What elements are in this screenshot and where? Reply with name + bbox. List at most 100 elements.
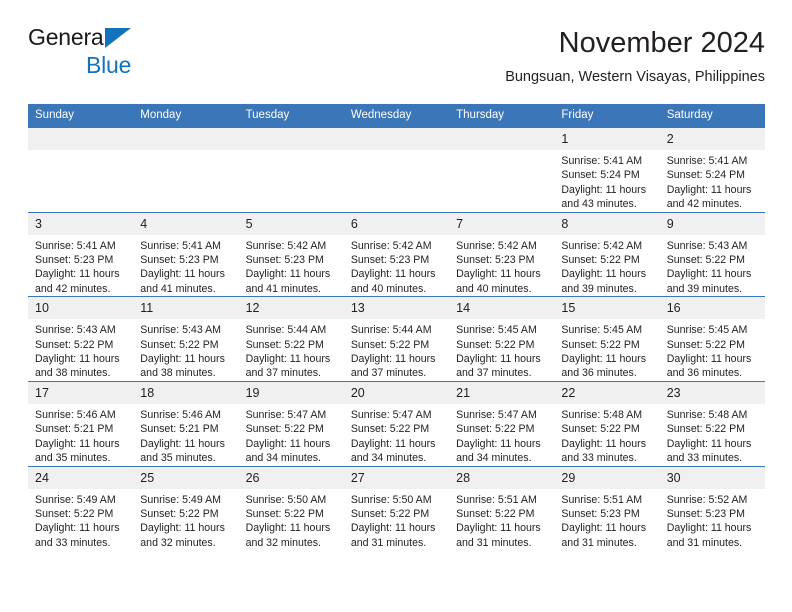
sunrise-text: Sunrise: 5:49 AM [140,493,221,506]
sunrise-text: Sunrise: 5:41 AM [35,239,116,252]
sunset-text: Sunset: 5:24 PM [666,169,746,182]
sunset-text: Sunset: 5:23 PM [666,507,746,520]
day-details: Sunrise: 5:43 AM Sunset: 5:22 PM Daylight:… [660,235,765,297]
calendar-day-cell[interactable]: 26 Sunrise: 5:50 AM Sunset: 5:22 PM Dayligh… [238,465,344,551]
daylight-text: Daylight: 11 hours [456,522,541,535]
calendar-day-cell[interactable]: 17 Sunrise: 5:46 AM Sunset: 5:21 PM Dayligh… [28,380,134,466]
calendar-day-cell[interactable]: 27 Sunrise: 5:50 AM Sunset: 5:22 PM Dayligh… [343,465,450,551]
daylight-text: Daylight: 11 hours [561,437,647,450]
day-number: 6 [343,212,450,235]
day-number: 22 [554,381,660,404]
calendar-day-cell[interactable]: 24 Sunrise: 5:49 AM Sunset: 5:22 PM Dayligh… [28,465,134,551]
day-number: 8 [554,212,660,235]
daylight-text: Daylight: 11 hours [561,522,647,535]
sunrise-text: Sunrise: 5:44 AM [350,324,432,337]
calendar-day-cell[interactable]: 12 Sunrise: 5:44 AM Sunset: 5:22 PM Dayligh… [238,296,344,382]
day-details: Sunrise: 5:42 AM Sunset: 5:23 PM Daylight:… [239,235,344,297]
day-number: 10 [28,297,134,320]
daylight-text: and 39 minutes. [666,282,743,295]
day-details: Sunrise: 5:43 AM Sunset: 5:22 PM Daylight:… [133,319,238,381]
weekday-header-friday: Friday [554,104,660,128]
weekday-header-wednesday: Wednesday [343,104,450,128]
sunset-text: Sunset: 5:22 PM [666,423,746,436]
day-details: Sunrise: 5:41 AM Sunset: 5:24 PM Daylight:… [660,150,765,212]
sunrise-text: Sunrise: 5:42 AM [350,239,432,252]
daylight-text: and 33 minutes. [666,452,743,465]
calendar-day-cell[interactable]: 16 Sunrise: 5:45 AM Sunset: 5:22 PM Dayligh… [659,296,765,382]
daylight-text: and 31 minutes. [456,536,532,549]
sunrise-text: Sunrise: 5:47 AM [350,408,432,421]
brand-logo[interactable]: General Blue [28,26,248,86]
brand-name-general: General [28,24,109,50]
calendar-day-cell[interactable]: 8 Sunrise: 5:42 AM Sunset: 5:22 PM Daylight… [554,211,660,297]
calendar-day-cell[interactable]: 19 Sunrise: 5:47 AM Sunset: 5:22 PM Dayligh… [238,380,344,466]
sunset-text: Sunset: 5:22 PM [666,338,746,351]
day-details: Sunrise: 5:48 AM Sunset: 5:22 PM Daylight:… [660,404,765,466]
day-details [239,150,344,154]
sunset-text: Sunset: 5:22 PM [35,338,114,351]
day-details: Sunrise: 5:47 AM Sunset: 5:22 PM Daylight:… [344,404,449,466]
sunrise-text: Sunrise: 5:43 AM [666,239,748,252]
day-details: Sunrise: 5:50 AM Sunset: 5:22 PM Daylight:… [344,489,449,551]
day-number: 14 [449,297,555,320]
calendar-day-cell[interactable]: 2 Sunrise: 5:41 AM Sunset: 5:24 PM Daylight… [659,127,765,213]
calendar-day-cell[interactable]: 30 Sunrise: 5:52 AM Sunset: 5:23 PM Dayligh… [659,465,765,551]
sunset-text: Sunset: 5:22 PM [350,507,430,520]
daylight-text: Daylight: 11 hours [35,437,120,450]
calendar-day-cell[interactable]: 18 Sunrise: 5:46 AM Sunset: 5:21 PM Dayligh… [133,380,239,466]
daylight-text: Daylight: 11 hours [350,353,436,366]
calendar-day-cell[interactable]: 23 Sunrise: 5:48 AM Sunset: 5:22 PM Dayligh… [659,380,765,466]
calendar-day-cell[interactable]: 21 Sunrise: 5:47 AM Sunset: 5:22 PM Dayligh… [449,380,555,466]
daylight-text: Daylight: 11 hours [561,183,647,196]
sunset-text: Sunset: 5:22 PM [140,507,219,520]
sunset-text: Sunset: 5:22 PM [561,338,640,351]
daylight-text: Daylight: 11 hours [140,268,225,281]
calendar-day-cell[interactable]: 15 Sunrise: 5:45 AM Sunset: 5:22 PM Dayligh… [554,296,660,382]
sunset-text: Sunset: 5:22 PM [350,423,430,436]
daylight-text: Daylight: 11 hours [140,353,225,366]
calendar-day-cell[interactable]: 4 Sunrise: 5:41 AM Sunset: 5:23 PM Daylight… [133,211,239,297]
day-number: 9 [659,212,765,235]
day-details: Sunrise: 5:44 AM Sunset: 5:22 PM Daylight:… [344,319,449,381]
calendar-day-cell[interactable]: 11 Sunrise: 5:43 AM Sunset: 5:22 PM Dayligh… [133,296,239,382]
sunset-text: Sunset: 5:23 PM [35,254,114,267]
day-details: Sunrise: 5:42 AM Sunset: 5:23 PM Daylight:… [449,235,554,297]
sunrise-text: Sunrise: 5:52 AM [666,493,748,506]
day-number: 26 [238,466,344,489]
daylight-text: Daylight: 11 hours [350,268,436,281]
calendar-day-cell[interactable]: 28 Sunrise: 5:51 AM Sunset: 5:22 PM Dayligh… [449,465,555,551]
calendar-day-cell[interactable]: 14 Sunrise: 5:45 AM Sunset: 5:22 PM Dayligh… [449,296,555,382]
sunrise-text: Sunrise: 5:42 AM [245,239,327,252]
day-details: Sunrise: 5:49 AM Sunset: 5:22 PM Daylight:… [28,489,133,551]
day-details: Sunrise: 5:42 AM Sunset: 5:22 PM Daylight:… [554,235,659,297]
calendar-day-cell[interactable]: 22 Sunrise: 5:48 AM Sunset: 5:22 PM Dayligh… [554,380,660,466]
calendar-day-cell[interactable]: 9 Sunrise: 5:43 AM Sunset: 5:22 PM Daylight… [659,211,765,297]
sunrise-text: Sunrise: 5:48 AM [561,408,643,421]
calendar-day-cell[interactable]: 20 Sunrise: 5:47 AM Sunset: 5:22 PM Dayligh… [343,380,450,466]
day-number: 16 [659,297,765,320]
day-number: 15 [554,297,660,320]
calendar-day-cell[interactable]: 3 Sunrise: 5:41 AM Sunset: 5:23 PM Daylight… [28,211,134,297]
sunset-text: Sunset: 5:23 PM [350,254,430,267]
sunset-text: Sunset: 5:22 PM [35,507,114,520]
calendar-day-cell[interactable]: 13 Sunrise: 5:44 AM Sunset: 5:22 PM Dayligh… [343,296,450,382]
calendar-day-cell[interactable]: 10 Sunrise: 5:43 AM Sunset: 5:22 PM Dayligh… [28,296,134,382]
daylight-text: Daylight: 11 hours [456,353,541,366]
day-details: Sunrise: 5:42 AM Sunset: 5:23 PM Daylight:… [344,235,449,297]
calendar-day-cell[interactable]: 5 Sunrise: 5:42 AM Sunset: 5:23 PM Daylight… [238,211,344,297]
calendar-day-cell[interactable]: 1 Sunrise: 5:41 AM Sunset: 5:24 PM Daylight… [554,127,660,213]
daylight-text: Daylight: 11 hours [35,353,120,366]
day-number: 18 [133,381,239,404]
sunset-text: Sunset: 5:22 PM [561,254,640,267]
calendar-day-cell[interactable]: 25 Sunrise: 5:49 AM Sunset: 5:22 PM Dayligh… [133,465,239,551]
calendar-week-row: 10 Sunrise: 5:43 AM Sunset: 5:22 PM Dayligh… [28,296,765,382]
calendar-day-cell[interactable]: 6 Sunrise: 5:42 AM Sunset: 5:23 PM Daylight… [343,211,450,297]
daylight-text: Daylight: 11 hours [350,522,436,535]
daylight-text: and 35 minutes. [35,452,111,465]
day-details: Sunrise: 5:45 AM Sunset: 5:22 PM Daylight:… [660,319,765,381]
calendar-week-row: 17 Sunrise: 5:46 AM Sunset: 5:21 PM Dayligh… [28,380,765,466]
day-number: 21 [449,381,555,404]
calendar-day-cell[interactable]: 7 Sunrise: 5:42 AM Sunset: 5:23 PM Daylight… [449,211,555,297]
calendar-day-cell[interactable]: 29 Sunrise: 5:51 AM Sunset: 5:23 PM Dayligh… [554,465,660,551]
daylight-text: and 33 minutes. [35,536,111,549]
